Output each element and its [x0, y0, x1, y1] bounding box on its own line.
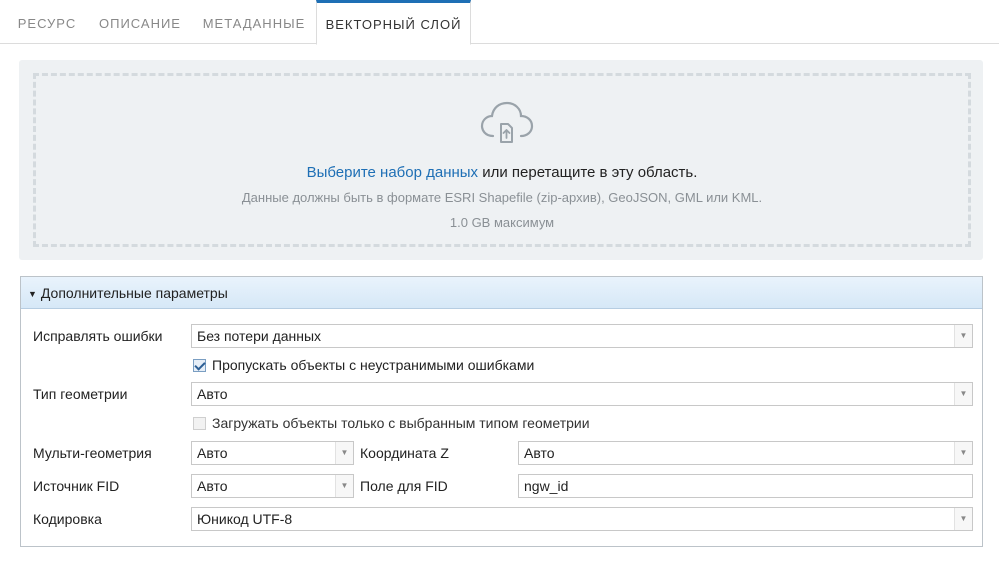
tab-resource[interactable]: Ресурс: [8, 0, 86, 44]
skip-errors-option: Пропускать объекты с неустранимыми ошибк…: [193, 357, 534, 373]
z-coord-label: Координата Z: [360, 445, 449, 461]
only-geom-type-label: Загружать объекты только с выбранным тип…: [212, 415, 590, 431]
fix-errors-label: Исправлять ошибки: [33, 328, 163, 344]
only-geom-type-option: Загружать объекты только с выбранным тип…: [193, 415, 590, 431]
z-coord-select[interactable]: Авто ▼: [518, 441, 973, 465]
tab-metadata[interactable]: Метаданные: [194, 0, 314, 44]
only-geom-type-checkbox[interactable]: [193, 417, 206, 430]
skip-errors-checkbox[interactable]: [193, 359, 206, 372]
chevron-down-icon: ▼: [335, 475, 353, 497]
fid-field-input[interactable]: ngw_id: [518, 474, 973, 498]
advanced-params-title: Дополнительные параметры: [40, 285, 228, 301]
fid-source-value: Авто: [197, 478, 228, 494]
multi-geometry-select[interactable]: Авто ▼: [191, 441, 354, 465]
triangle-down-icon: ▼: [28, 289, 37, 299]
geometry-type-label: Тип геометрии: [33, 386, 128, 402]
dropzone-prompt: Выберите набор данных или перетащите в э…: [36, 164, 968, 181]
dropzone-prompt-rest: или перетащите в эту область.: [478, 164, 698, 181]
tab-vector-layer[interactable]: Векторный слой: [316, 0, 471, 45]
tab-bar: Ресурс Описание Метаданные Векторный сло…: [0, 0, 999, 45]
fix-errors-select[interactable]: Без потери данных ▼: [191, 324, 973, 348]
dropzone-size-limit: 1.0 GB максимум: [449, 215, 555, 230]
tab-description[interactable]: Описание: [92, 0, 188, 44]
advanced-params-header[interactable]: ▼ Дополнительные параметры: [21, 277, 982, 309]
geometry-type-select[interactable]: Авто ▼: [191, 382, 973, 406]
fid-source-label: Источник FID: [33, 478, 120, 494]
fid-field-label: Поле для FID: [360, 478, 448, 494]
encoding-label: Кодировка: [33, 511, 102, 527]
encoding-value: Юникод UTF-8: [197, 511, 293, 527]
chevron-down-icon: ▼: [954, 383, 972, 405]
chevron-down-icon: ▼: [954, 442, 972, 464]
upload-panel: Выберите набор данных или перетащите в э…: [19, 60, 983, 260]
advanced-params-panel: ▼ Дополнительные параметры Исправлять оши…: [20, 276, 983, 547]
chevron-down-icon: ▼: [954, 325, 972, 347]
dropzone[interactable]: Выберите набор данных или перетащите в э…: [33, 73, 971, 247]
encoding-select[interactable]: Юникод UTF-8 ▼: [191, 507, 973, 531]
multi-geometry-label: Мульти-геометрия: [33, 445, 152, 461]
z-coord-value: Авто: [524, 445, 555, 461]
chevron-down-icon: ▼: [335, 442, 353, 464]
select-dataset-link[interactable]: Выберите набор данных: [307, 164, 479, 181]
skip-errors-label: Пропускать объекты с неустранимыми ошибк…: [212, 357, 535, 373]
chevron-down-icon: ▼: [954, 508, 972, 530]
cloud-upload-icon: [480, 101, 534, 143]
multi-geometry-value: Авто: [197, 445, 228, 461]
geometry-type-value: Авто: [197, 386, 228, 402]
dropzone-formats-hint: Данные должны быть в формате ESRI Shapef…: [241, 190, 763, 205]
fix-errors-value: Без потери данных: [197, 328, 322, 344]
fid-source-select[interactable]: Авто ▼: [191, 474, 354, 498]
